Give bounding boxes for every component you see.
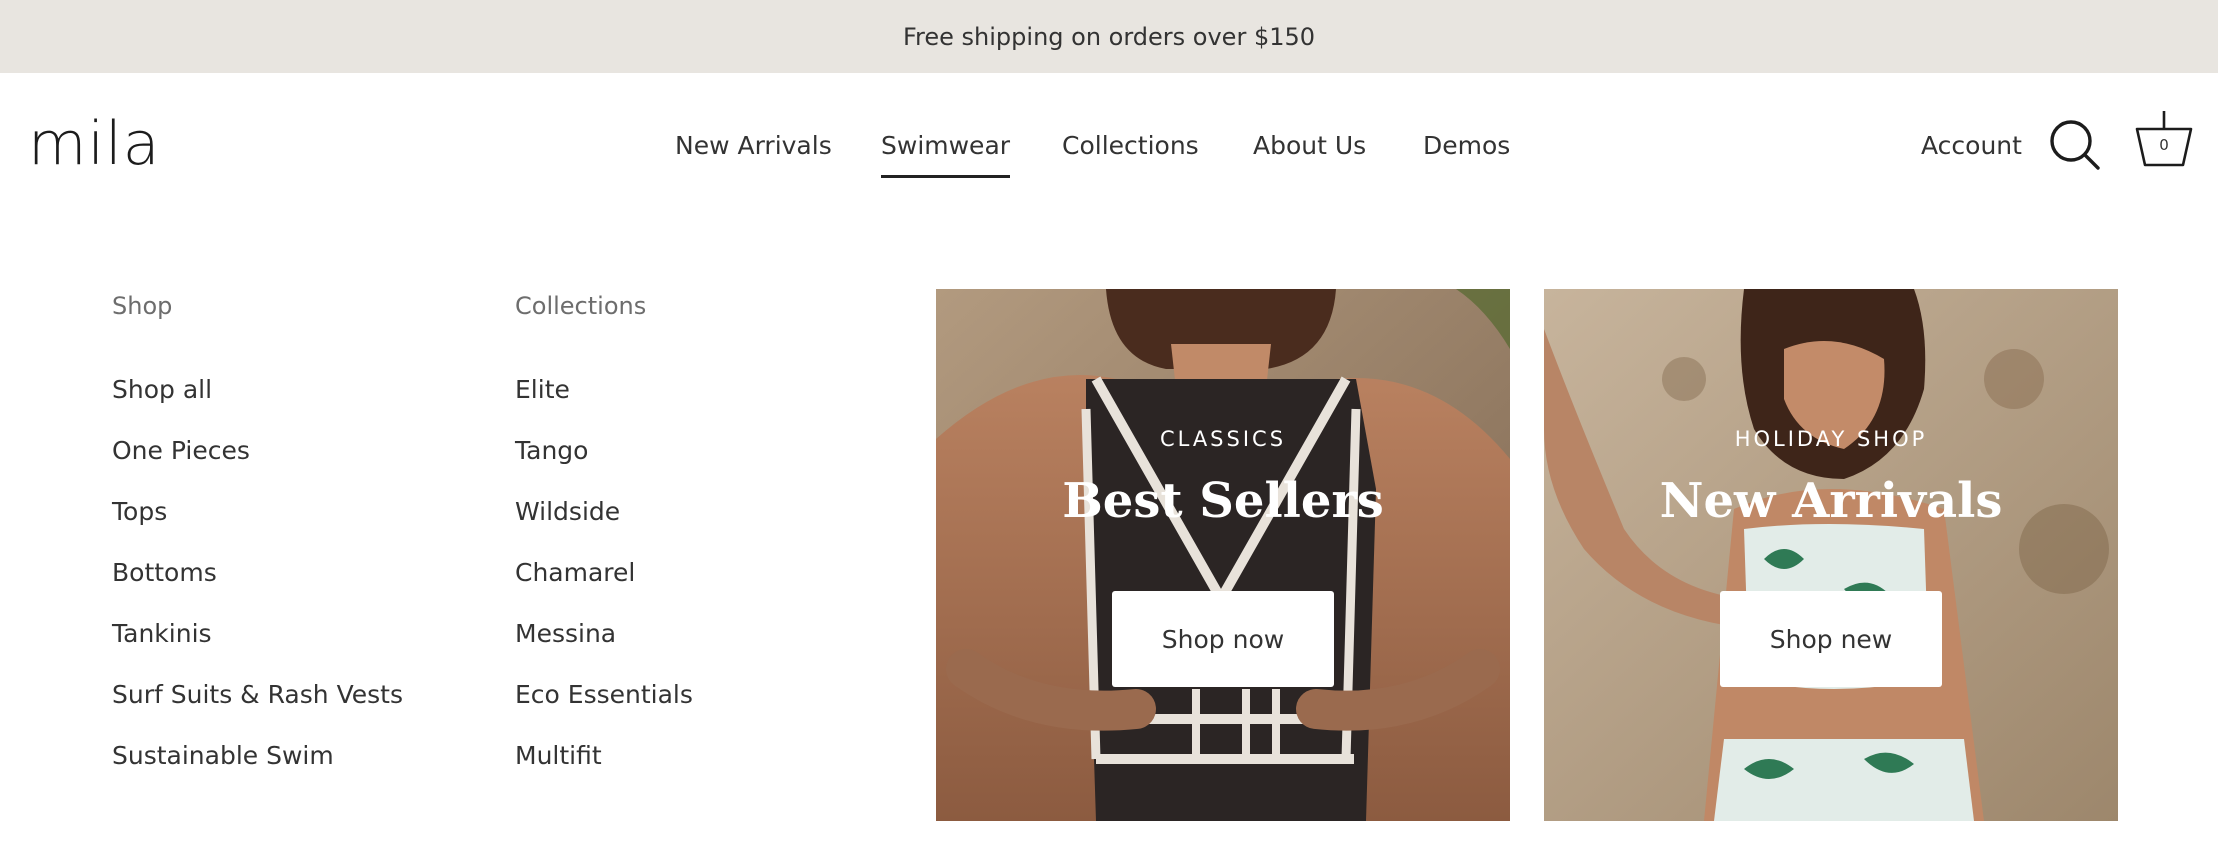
menu-link-tankinis[interactable]: Tankinis xyxy=(112,618,403,679)
menu-link-sustainable-swim[interactable]: Sustainable Swim xyxy=(112,740,403,801)
nav-swimwear[interactable]: Swimwear xyxy=(881,130,1011,178)
promo-card-new-arrivals[interactable]: HOLIDAY SHOP New Arrivals Shop new xyxy=(1544,289,2118,821)
menu-link-shop-all[interactable]: Shop all xyxy=(112,374,403,435)
nav-new-arrivals[interactable]: New Arrivals xyxy=(675,130,832,162)
menu-link-one-pieces[interactable]: One Pieces xyxy=(112,435,403,496)
account-link[interactable]: Account xyxy=(1921,130,2022,162)
menu-link-elite[interactable]: Elite xyxy=(515,374,693,435)
shop-heading: Shop xyxy=(112,292,173,320)
nav-demos[interactable]: Demos xyxy=(1423,130,1510,162)
menu-link-tango[interactable]: Tango xyxy=(515,435,693,496)
nav-collections[interactable]: Collections xyxy=(1062,130,1199,162)
promo-image-floral-bikini xyxy=(1544,289,2118,821)
menu-link-tops[interactable]: Tops xyxy=(112,496,403,557)
collections-links: Elite Tango Wildside Chamarel Messina Ec… xyxy=(515,374,693,801)
announcement-bar: Free shipping on orders over $150 xyxy=(0,0,2218,73)
menu-link-eco-essentials[interactable]: Eco Essentials xyxy=(515,679,693,740)
menu-link-bottoms[interactable]: Bottoms xyxy=(112,557,403,618)
announcement-text: Free shipping on orders over $150 xyxy=(902,22,1316,51)
menu-link-wildside[interactable]: Wildside xyxy=(515,496,693,557)
promo-title: Best Sellers xyxy=(1062,473,1384,529)
nav-about-us[interactable]: About Us xyxy=(1253,130,1366,162)
promo-title: New Arrivals xyxy=(1659,473,2003,529)
site-header: mila New Arrivals Swimwear Collections A… xyxy=(0,73,2218,219)
site-logo[interactable]: mila xyxy=(28,109,161,179)
menu-link-chamarel[interactable]: Chamarel xyxy=(515,557,693,618)
promo-card-best-sellers[interactable]: CLASSICS Best Sellers Shop now xyxy=(936,289,1510,821)
search-icon[interactable] xyxy=(2049,119,2101,171)
shop-links: Shop all One Pieces Tops Bottoms Tankini… xyxy=(112,374,403,801)
collections-menu-column: Collections Elite Tango Wildside Chamare… xyxy=(515,290,693,770)
shop-now-button[interactable]: Shop now xyxy=(1112,591,1334,687)
promo-eyebrow: CLASSICS xyxy=(1159,427,1287,451)
menu-link-multifit[interactable]: Multifit xyxy=(515,740,693,801)
promo-eyebrow: HOLIDAY SHOP xyxy=(1734,427,1928,451)
menu-link-messina[interactable]: Messina xyxy=(515,618,693,679)
shop-menu-column: Shop Shop all One Pieces Tops Bottoms Ta… xyxy=(112,290,403,770)
menu-link-surf-suits[interactable]: Surf Suits & Rash Vests xyxy=(112,679,403,740)
cart-count: 0 xyxy=(2159,136,2169,154)
collections-heading: Collections xyxy=(515,292,647,320)
shop-new-button[interactable]: Shop new xyxy=(1720,591,1942,687)
promo-image-swimsuit xyxy=(936,289,1510,821)
